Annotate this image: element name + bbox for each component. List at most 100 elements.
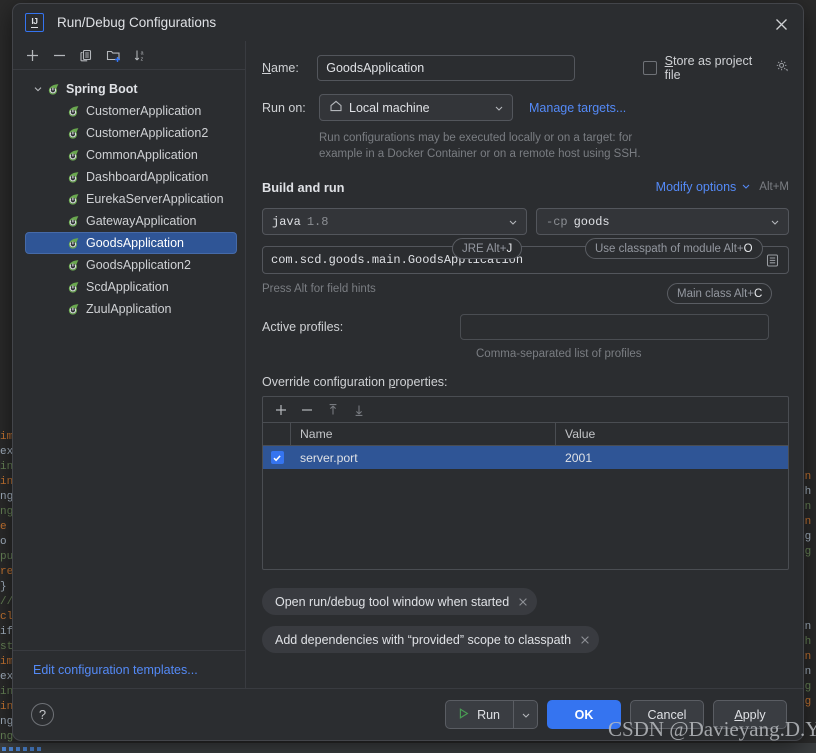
remove-property-button[interactable]	[295, 399, 319, 421]
classpath-module: goods	[573, 214, 610, 229]
sidebar-item-label: CommonApplication	[86, 148, 198, 162]
store-as-project-file-row[interactable]: Store as project file	[642, 54, 789, 82]
override-properties-title: Override configuration properties:	[262, 375, 448, 389]
run-on-combo[interactable]: Local machine	[319, 94, 513, 121]
run-button[interactable]: Run	[446, 701, 513, 728]
active-profiles-label: Active profiles:	[262, 319, 344, 334]
close-icon[interactable]	[518, 597, 528, 607]
override-properties-table: Name Value server.port 2001	[262, 396, 789, 570]
ok-button-label: OK	[574, 707, 594, 722]
add-property-button[interactable]	[269, 399, 293, 421]
cancel-button[interactable]: Cancel	[630, 700, 704, 729]
apply-button[interactable]: Apply	[713, 700, 787, 729]
chevron-down-icon[interactable]	[33, 84, 46, 94]
gear-icon[interactable]	[775, 59, 789, 78]
sidebar-item-dashboardapplication[interactable]: DashboardApplication	[13, 166, 245, 188]
modify-options-shortcut: Alt+M	[759, 181, 789, 193]
configurations-sidebar: a z Spring Boot CustomerApplication Cust…	[13, 41, 246, 688]
main-class-field-hint: Main class Alt+ C	[667, 283, 773, 304]
chip-add-provided-dependencies[interactable]: Add dependencies with “provided” scope t…	[262, 626, 600, 653]
main-class-hint-text: Main class Alt+	[677, 287, 755, 300]
sidebar-item-zuulapplication[interactable]: ZuulApplication	[13, 298, 245, 320]
sidebar-item-customerapplication2[interactable]: CustomerApplication2	[13, 122, 245, 144]
copy-configuration-button[interactable]	[74, 44, 99, 67]
sidebar-item-label: GoodsApplication2	[86, 258, 191, 272]
active-profiles-hint: Comma-separated list of profiles	[476, 348, 642, 360]
move-property-down-button[interactable]	[347, 399, 371, 421]
sidebar-item-label: GatewayApplication	[86, 214, 197, 228]
ok-button[interactable]: OK	[547, 700, 621, 729]
classpath-module-combo[interactable]: -cp goods	[536, 208, 789, 235]
new-folder-button[interactable]	[101, 44, 126, 67]
edit-templates-row: Edit configuration templates...	[13, 650, 245, 688]
build-and-run-header: Build and run Modify options Alt+M	[262, 178, 789, 196]
footer-buttons: Run OK Cancel Apply	[445, 700, 787, 729]
spring-boot-icon	[66, 280, 84, 295]
spring-boot-icon	[66, 192, 84, 207]
classpath-field-hint: Use classpath of module Alt+ O	[585, 238, 763, 259]
sidebar-item-label: EurekaServerApplication	[86, 192, 224, 206]
name-row: Name: GoodsApplication Store as project …	[262, 54, 789, 82]
sidebar-item-goodsapplication2[interactable]: GoodsApplication2	[13, 254, 245, 276]
classpath-flag: -cp	[546, 214, 568, 229]
run-on-hint: Run configurations may be executed local…	[319, 130, 789, 162]
chip-label: Open run/debug tool window when started	[275, 594, 510, 609]
dialog-footer: ? Run OK Cancel Apply	[13, 688, 803, 740]
spring-boot-icon	[66, 258, 84, 273]
chevron-down-icon[interactable]	[506, 217, 520, 227]
play-triangle-icon	[457, 707, 470, 723]
sidebar-item-eurekaserverapplication[interactable]: EurekaServerApplication	[13, 188, 245, 210]
sidebar-item-customerapplication[interactable]: CustomerApplication	[13, 100, 245, 122]
svg-text:z: z	[141, 56, 144, 62]
sort-alpha-icon[interactable]: a z	[128, 44, 153, 67]
dialog-title: Run/Debug Configurations	[57, 15, 217, 30]
chevron-down-icon[interactable]	[492, 103, 506, 113]
header-check-column	[263, 423, 291, 445]
dialog-body: a z Spring Boot CustomerApplication Cust…	[13, 41, 803, 688]
jre-hint-text: JRE Alt+	[462, 242, 507, 255]
sidebar-item-label: GoodsApplication	[86, 236, 184, 250]
run-on-row: Run on: Local machine Manage targets...	[262, 94, 789, 121]
store-as-project-file-label: Store as project file	[664, 54, 753, 82]
manage-targets-link[interactable]: Manage targets...	[529, 101, 626, 115]
chevron-down-icon[interactable]	[741, 178, 751, 196]
sidebar-item-gatewayapplication[interactable]: GatewayApplication	[13, 210, 245, 232]
store-as-project-file-checkbox[interactable]	[642, 61, 657, 75]
property-name-cell: server.port	[300, 450, 358, 465]
table-row[interactable]: server.port 2001	[263, 446, 788, 469]
property-enabled-checkbox[interactable]	[263, 446, 291, 469]
cancel-button-label: Cancel	[647, 707, 687, 722]
run-on-hint-line1: Run configurations may be executed local…	[319, 132, 633, 144]
modify-options-link[interactable]: Modify options	[656, 180, 737, 194]
jre-hint-key: J	[506, 242, 513, 255]
sidebar-item-label: DashboardApplication	[86, 170, 209, 184]
sidebar-item-commonapplication[interactable]: CommonApplication	[13, 144, 245, 166]
name-input[interactable]: GoodsApplication	[317, 55, 575, 81]
active-profiles-input[interactable]	[460, 313, 770, 340]
edit-configuration-templates-link[interactable]: Edit configuration templates...	[33, 663, 198, 677]
tree-item-list: CustomerApplication CustomerApplication2…	[13, 100, 245, 320]
classpath-hint-key: O	[743, 242, 753, 255]
chevron-down-icon[interactable]	[768, 217, 782, 227]
sidebar-item-label: CustomerApplication2	[86, 126, 209, 140]
home-icon	[329, 99, 343, 116]
build-and-run-title: Build and run	[262, 179, 345, 195]
tree-group-spring-boot[interactable]: Spring Boot	[13, 78, 245, 100]
chip-open-run-debug-tool-window[interactable]: Open run/debug tool window when started	[262, 588, 538, 615]
add-configuration-button[interactable]	[20, 44, 45, 67]
intellij-idea-icon: IJ	[25, 13, 44, 32]
remove-configuration-button[interactable]	[47, 44, 72, 67]
close-icon[interactable]	[769, 12, 793, 36]
header-value-column: Value	[565, 427, 596, 441]
list-browse-icon[interactable]	[761, 253, 784, 268]
close-icon[interactable]	[580, 635, 590, 645]
sidebar-item-goodsapplication[interactable]: GoodsApplication	[25, 232, 237, 254]
help-icon[interactable]: ?	[31, 703, 54, 726]
sidebar-item-scdapplication[interactable]: ScdApplication	[13, 276, 245, 298]
move-property-up-button[interactable]	[321, 399, 345, 421]
jre-combo[interactable]: java 1.8	[262, 208, 527, 235]
main-class-hint-key: C	[754, 287, 763, 300]
run-on-hint-line2: example in a Docker Container or on a re…	[319, 148, 641, 160]
run-dropdown-button[interactable]	[513, 701, 537, 728]
configuration-editor-panel: Name: GoodsApplication Store as project …	[246, 41, 803, 688]
